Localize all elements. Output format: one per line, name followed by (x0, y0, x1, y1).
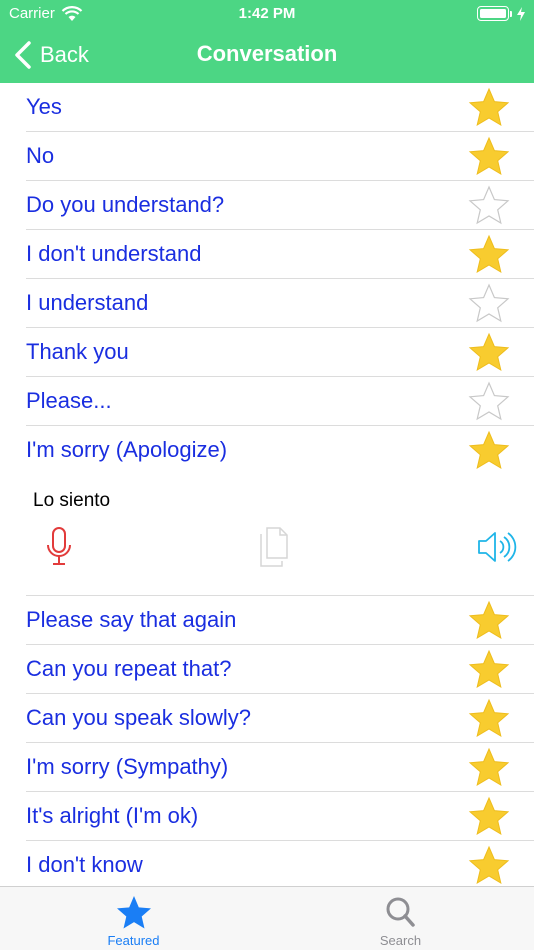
phrase-row[interactable]: Please say that again (26, 596, 534, 645)
favorite-star-icon[interactable] (468, 796, 510, 836)
phrase-label: Please... (26, 388, 112, 413)
favorite-star-icon[interactable] (468, 430, 510, 470)
phrase-row[interactable]: Do you understand? (26, 181, 534, 230)
favorite-star-icon[interactable] (468, 747, 510, 787)
phrase-list: Yes No Do you understand? I don't understan… (0, 83, 534, 939)
navigation-bar: Back Conversation (0, 28, 534, 83)
favorite-star-icon[interactable] (468, 185, 510, 225)
phrase-row[interactable]: Please... (26, 377, 534, 426)
favorite-star-icon[interactable] (468, 283, 510, 323)
phrase-label: I'm sorry (Sympathy) (26, 754, 229, 779)
phrase-label: Can you repeat that? (26, 656, 232, 681)
copy-icon[interactable] (258, 526, 294, 568)
phrase-row[interactable]: I don't understand (26, 230, 534, 279)
phrase-row[interactable]: Can you repeat that? (26, 645, 534, 694)
microphone-icon[interactable] (44, 526, 74, 568)
phrase-label: I'm sorry (Apologize) (26, 437, 228, 462)
favorite-star-icon[interactable] (468, 600, 510, 640)
phrase-row[interactable]: No (26, 132, 534, 181)
star-icon (116, 896, 151, 929)
page-title: Conversation (196, 41, 338, 66)
expanded-phrase-row[interactable]: I'm sorry (Apologize) Lo siento (26, 426, 534, 596)
favorite-star-icon[interactable] (468, 87, 510, 127)
favorite-star-icon[interactable] (468, 332, 510, 372)
battery-indicator (477, 6, 526, 21)
phrase-row[interactable]: I'm sorry (Sympathy) (26, 743, 534, 792)
phrase-label: It's alright (I'm ok) (26, 803, 199, 828)
app-header: Carrier 1:42 PM Back Conversation (0, 0, 534, 83)
favorite-star-icon[interactable] (468, 136, 510, 176)
status-time: 1:42 PM (238, 5, 296, 22)
favorite-star-icon[interactable] (468, 698, 510, 738)
phrase-row[interactable]: I don't know (26, 841, 534, 890)
tab-label: Featured (107, 933, 160, 948)
favorite-star-icon[interactable] (468, 649, 510, 689)
speaker-icon[interactable] (476, 529, 518, 565)
phrase-label: Please say that again (26, 607, 237, 632)
battery-icon (477, 6, 509, 21)
phrase-label: Do you understand? (26, 192, 225, 217)
tab-search[interactable]: Search (267, 887, 534, 950)
phrase-label: I don't know (26, 852, 143, 877)
phrase-label: I don't understand (26, 241, 202, 266)
phrase-row[interactable]: It's alright (I'm ok) (26, 792, 534, 841)
favorite-star-icon[interactable] (468, 234, 510, 274)
phrase-row[interactable]: Thank you (26, 328, 534, 377)
favorite-star-icon[interactable] (468, 845, 510, 885)
phrase-label: No (26, 143, 55, 168)
phrase-label: Thank you (26, 339, 129, 364)
favorite-star-icon[interactable] (468, 381, 510, 421)
tab-label: Search (379, 933, 422, 948)
phrase-label: Can you speak slowly? (26, 705, 252, 730)
charging-bolt-icon (517, 6, 525, 21)
phrase-row[interactable]: Can you speak slowly? (26, 694, 534, 743)
phrase-row[interactable]: I understand (26, 279, 534, 328)
tab-featured[interactable]: Featured (0, 887, 267, 950)
tab-bar: Featured Search (0, 886, 534, 950)
status-bar: Carrier 1:42 PM (0, 0, 534, 28)
phrase-label: I understand (26, 290, 149, 315)
search-icon (386, 897, 415, 927)
phrase-label: Yes (26, 94, 62, 119)
translation-text: Lo siento (33, 490, 111, 511)
phrase-row[interactable]: Yes (26, 83, 534, 132)
